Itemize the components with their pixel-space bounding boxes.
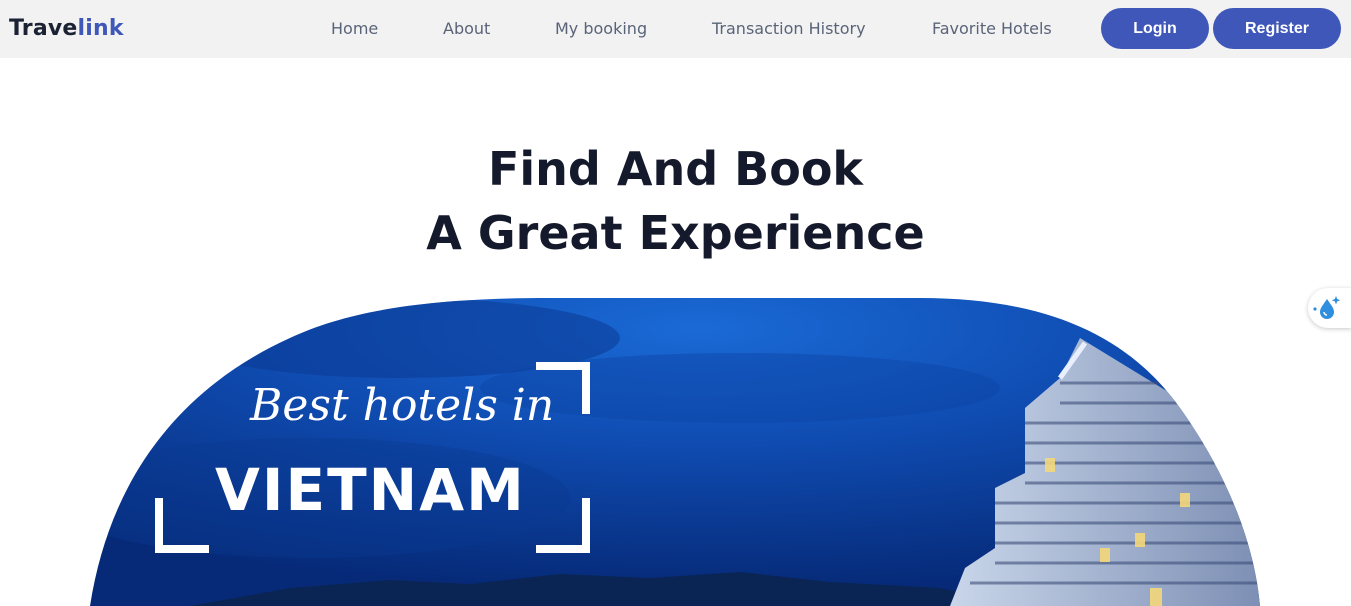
logo-text-part1: Trave: [9, 16, 78, 41]
floating-assistant-widget[interactable]: [1308, 288, 1351, 328]
banner-script-text: Best hotels in: [250, 380, 555, 431]
hero-heading-line2: A Great Experience: [426, 206, 925, 260]
water-drop-sparkle-icon: [1313, 296, 1341, 319]
top-navbar: Travelink Home About My booking Transact…: [0, 0, 1351, 58]
hero-banner-image: Best hotels in VIETNAM: [90, 298, 1260, 606]
nav-link-about[interactable]: About: [443, 18, 490, 40]
travelink-logo[interactable]: Travelink: [9, 14, 124, 44]
hero-heading: Find And Book A Great Experience: [0, 137, 1351, 265]
banner-country-text: VIETNAM: [215, 456, 526, 524]
hero-heading-line1: Find And Book: [487, 142, 864, 196]
register-button[interactable]: Register: [1213, 8, 1341, 49]
nav-link-favorite-hotels[interactable]: Favorite Hotels: [932, 18, 1052, 40]
nav-link-transaction-history[interactable]: Transaction History: [712, 18, 866, 40]
banner-illustration: [90, 298, 1260, 606]
nav-link-my-booking[interactable]: My booking: [555, 18, 647, 40]
login-button[interactable]: Login: [1101, 8, 1209, 49]
nav-link-home[interactable]: Home: [331, 18, 378, 40]
logo-text-part2: link: [77, 16, 124, 41]
